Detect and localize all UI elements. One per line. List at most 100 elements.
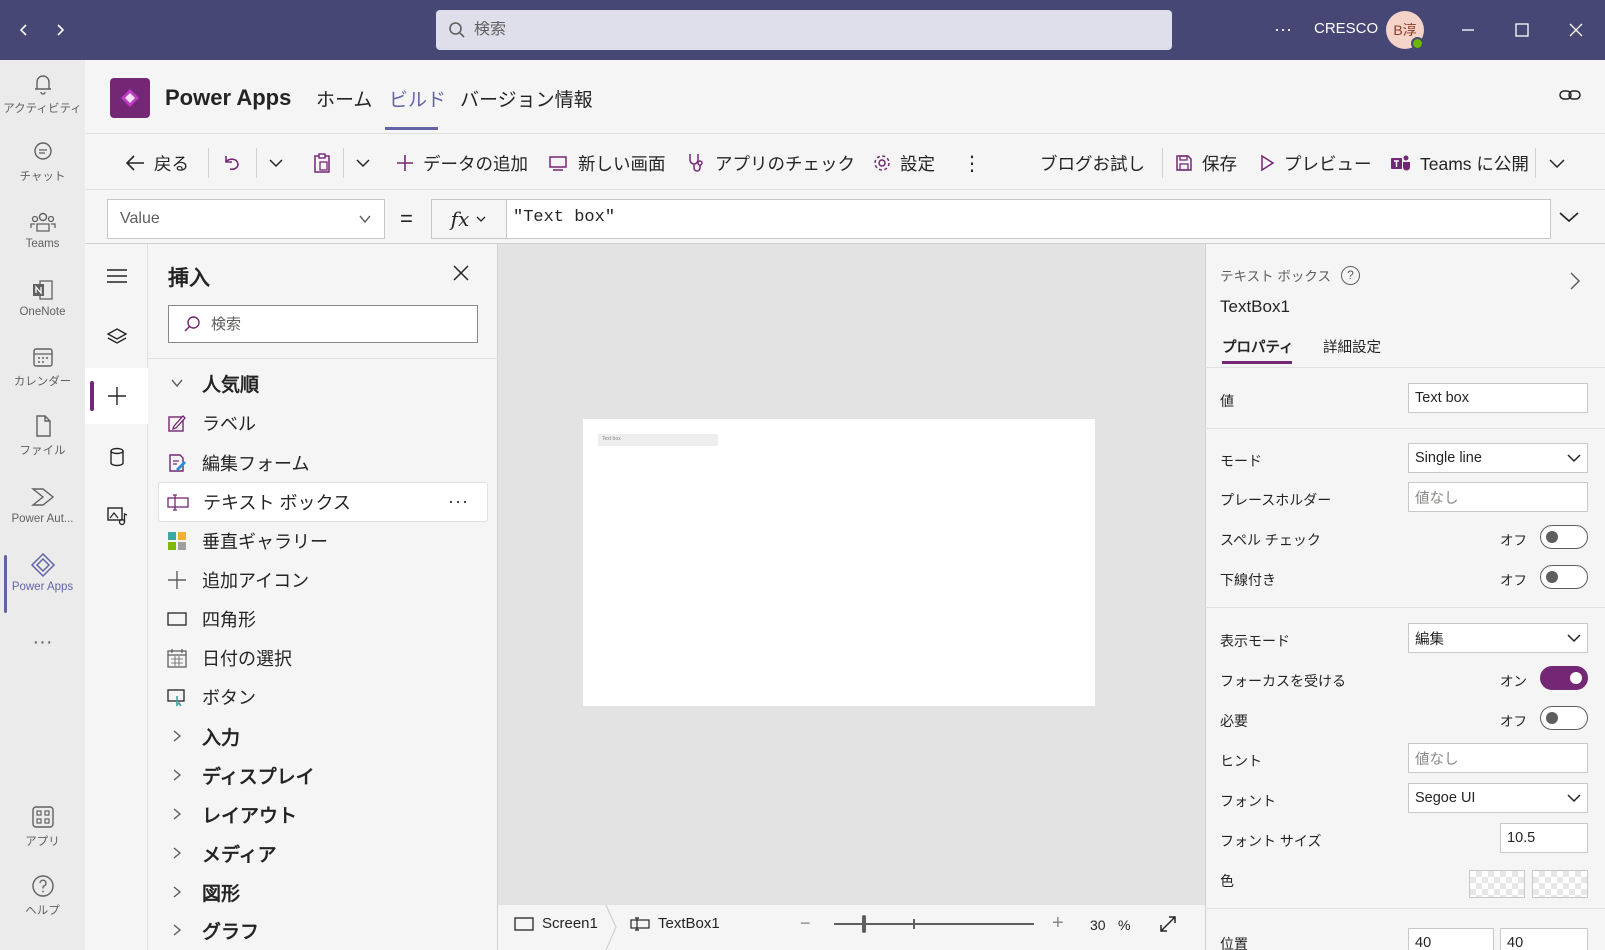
save-button[interactable]: 保存 [1174, 148, 1237, 178]
fit-to-window-icon[interactable] [1158, 914, 1178, 934]
publish-to-teams-button[interactable]: Teams に公開 [1390, 148, 1529, 178]
insert-button[interactable] [85, 368, 148, 424]
font-size-field[interactable]: 10.5 [1500, 823, 1588, 853]
blog-try-button[interactable]: ブログお試し [1040, 148, 1145, 178]
rail-item-teams[interactable]: Teams [0, 196, 85, 262]
insert-category-layout[interactable]: レイアウト [158, 794, 488, 834]
focus-toggle[interactable] [1540, 666, 1588, 690]
rail-item-apps[interactable]: アプリ [0, 793, 85, 859]
app-title: Power Apps [165, 85, 292, 110]
new-screen-button[interactable]: 新しい画面 [548, 148, 666, 178]
prop-label-underline: 下線付き [1220, 572, 1276, 588]
rail-item-power-automate[interactable]: Power Aut... [0, 471, 85, 537]
undo-button[interactable] [222, 148, 242, 178]
minimize-icon[interactable] [1448, 14, 1488, 46]
save-icon [1174, 153, 1194, 173]
back-arrow-icon[interactable] [10, 16, 38, 44]
maximize-icon[interactable] [1502, 14, 1542, 46]
tree-view-button[interactable] [85, 248, 148, 304]
forward-arrow-icon[interactable] [46, 16, 74, 44]
rail-item-help[interactable]: ヘルプ [0, 862, 85, 928]
app-checker-button[interactable]: アプリのチェック [685, 148, 855, 178]
text-box-icon [167, 491, 189, 513]
placeholder-field[interactable]: 値なし [1408, 482, 1588, 512]
add-data-button[interactable]: データの追加 [395, 148, 528, 178]
insert-category-shapes[interactable]: 図形 [158, 872, 488, 912]
rail-item-calendar[interactable]: カレンダー [0, 333, 85, 399]
close-window-icon[interactable] [1556, 14, 1596, 46]
rail-item-chat[interactable]: チャット [0, 128, 85, 194]
more-options-icon[interactable]: ··· [1268, 16, 1298, 44]
insert-category-popular[interactable]: 人気順 [158, 363, 488, 403]
hint-field[interactable]: 値なし [1408, 743, 1588, 773]
breadcrumb-screen[interactable]: Screen1 [514, 915, 598, 932]
more-commands-icon[interactable]: ⋮ [962, 148, 982, 178]
zoom-out-button[interactable]: − [800, 913, 811, 934]
media-button[interactable] [85, 488, 148, 544]
tab-build[interactable]: ビルド [389, 85, 446, 112]
rail-item-more[interactable]: ··· [0, 609, 85, 675]
zoom-slider-thumb[interactable] [862, 915, 866, 933]
insert-category-display[interactable]: ディスプレイ [158, 755, 488, 795]
paste-dropdown-button[interactable] [355, 148, 371, 178]
insert-item-date-picker[interactable]: 日付の選択 [158, 638, 488, 678]
insert-item-button[interactable]: ボタン [158, 677, 488, 717]
insert-category-input[interactable]: 入力 [158, 716, 488, 756]
tab-home[interactable]: ホーム [316, 85, 372, 112]
rail-item-onenote[interactable]: OneNote [0, 264, 85, 330]
paste-button[interactable] [312, 148, 332, 178]
property-dropdown[interactable]: Value [107, 199, 385, 239]
undo-dropdown-button[interactable] [268, 148, 284, 178]
publish-dropdown-button[interactable] [1548, 148, 1566, 178]
tab-about[interactable]: バージョン情報 [460, 85, 593, 112]
power-automate-icon [30, 484, 56, 510]
value-field[interactable]: Text box [1408, 383, 1588, 413]
gallery-icon [166, 530, 188, 552]
close-icon[interactable] [452, 264, 470, 282]
insert-search-box[interactable] [168, 305, 478, 343]
canvas-text-box[interactable]: Text box [598, 434, 718, 446]
font-dropdown[interactable]: Segoe UI [1408, 783, 1588, 813]
zoom-in-button[interactable]: + [1052, 912, 1064, 935]
global-search-input[interactable] [474, 21, 1074, 39]
insert-item-label[interactable]: ラベル [158, 403, 488, 443]
insert-item-rectangle[interactable]: 四角形 [158, 599, 488, 639]
rail-item-activity[interactable]: アクティビティ [0, 60, 85, 126]
preview-button[interactable]: プレビュー [1258, 148, 1372, 178]
app-screen-canvas[interactable] [583, 419, 1095, 706]
insert-item-edit-form[interactable]: 編集フォーム [158, 443, 488, 483]
insert-item-text-box[interactable]: テキスト ボックス ··· [158, 482, 488, 522]
spellcheck-toggle[interactable] [1540, 525, 1588, 549]
mode-dropdown[interactable]: Single line [1408, 443, 1588, 473]
display-mode-dropdown[interactable]: 編集 [1408, 623, 1588, 653]
expand-formula-icon[interactable] [1558, 208, 1580, 226]
underline-toggle[interactable] [1540, 565, 1588, 589]
item-more-icon[interactable]: ··· [448, 491, 469, 512]
rail-item-files[interactable]: ファイル [0, 402, 85, 468]
insert-item-vertical-gallery[interactable]: 垂直ギャラリー [158, 521, 488, 561]
breadcrumb-control[interactable]: TextBox1 [630, 915, 720, 932]
tab-properties[interactable]: プロパティ [1222, 336, 1294, 357]
settings-button[interactable]: 設定 [872, 148, 935, 178]
text-color-swatch[interactable] [1469, 870, 1525, 898]
insert-search-input[interactable] [211, 315, 461, 333]
data-button[interactable] [85, 429, 148, 485]
insert-category-media[interactable]: メディア [158, 833, 488, 873]
fx-button[interactable]: fx [431, 199, 507, 239]
tab-advanced[interactable]: 詳細設定 [1323, 336, 1381, 357]
back-button[interactable]: 戻る [124, 148, 189, 178]
org-name[interactable]: CRESCO [1314, 20, 1378, 37]
insert-category-charts[interactable]: グラフ [158, 910, 488, 950]
link-icon[interactable] [1558, 85, 1582, 105]
rail-item-power-apps[interactable]: Power Apps [0, 539, 85, 605]
required-toggle[interactable] [1540, 706, 1588, 730]
global-search-bar[interactable] [436, 10, 1172, 50]
insert-item-add-icon[interactable]: 追加アイコン [158, 560, 488, 600]
help-icon[interactable]: ? [1340, 265, 1360, 285]
formula-input[interactable]: "Text box" [506, 199, 1551, 239]
chevron-right-icon[interactable] [1568, 270, 1582, 292]
fill-color-swatch[interactable] [1532, 870, 1588, 898]
position-x-field[interactable]: 40 [1408, 928, 1494, 950]
layers-button[interactable] [85, 309, 148, 365]
position-y-field[interactable]: 40 [1500, 928, 1588, 950]
